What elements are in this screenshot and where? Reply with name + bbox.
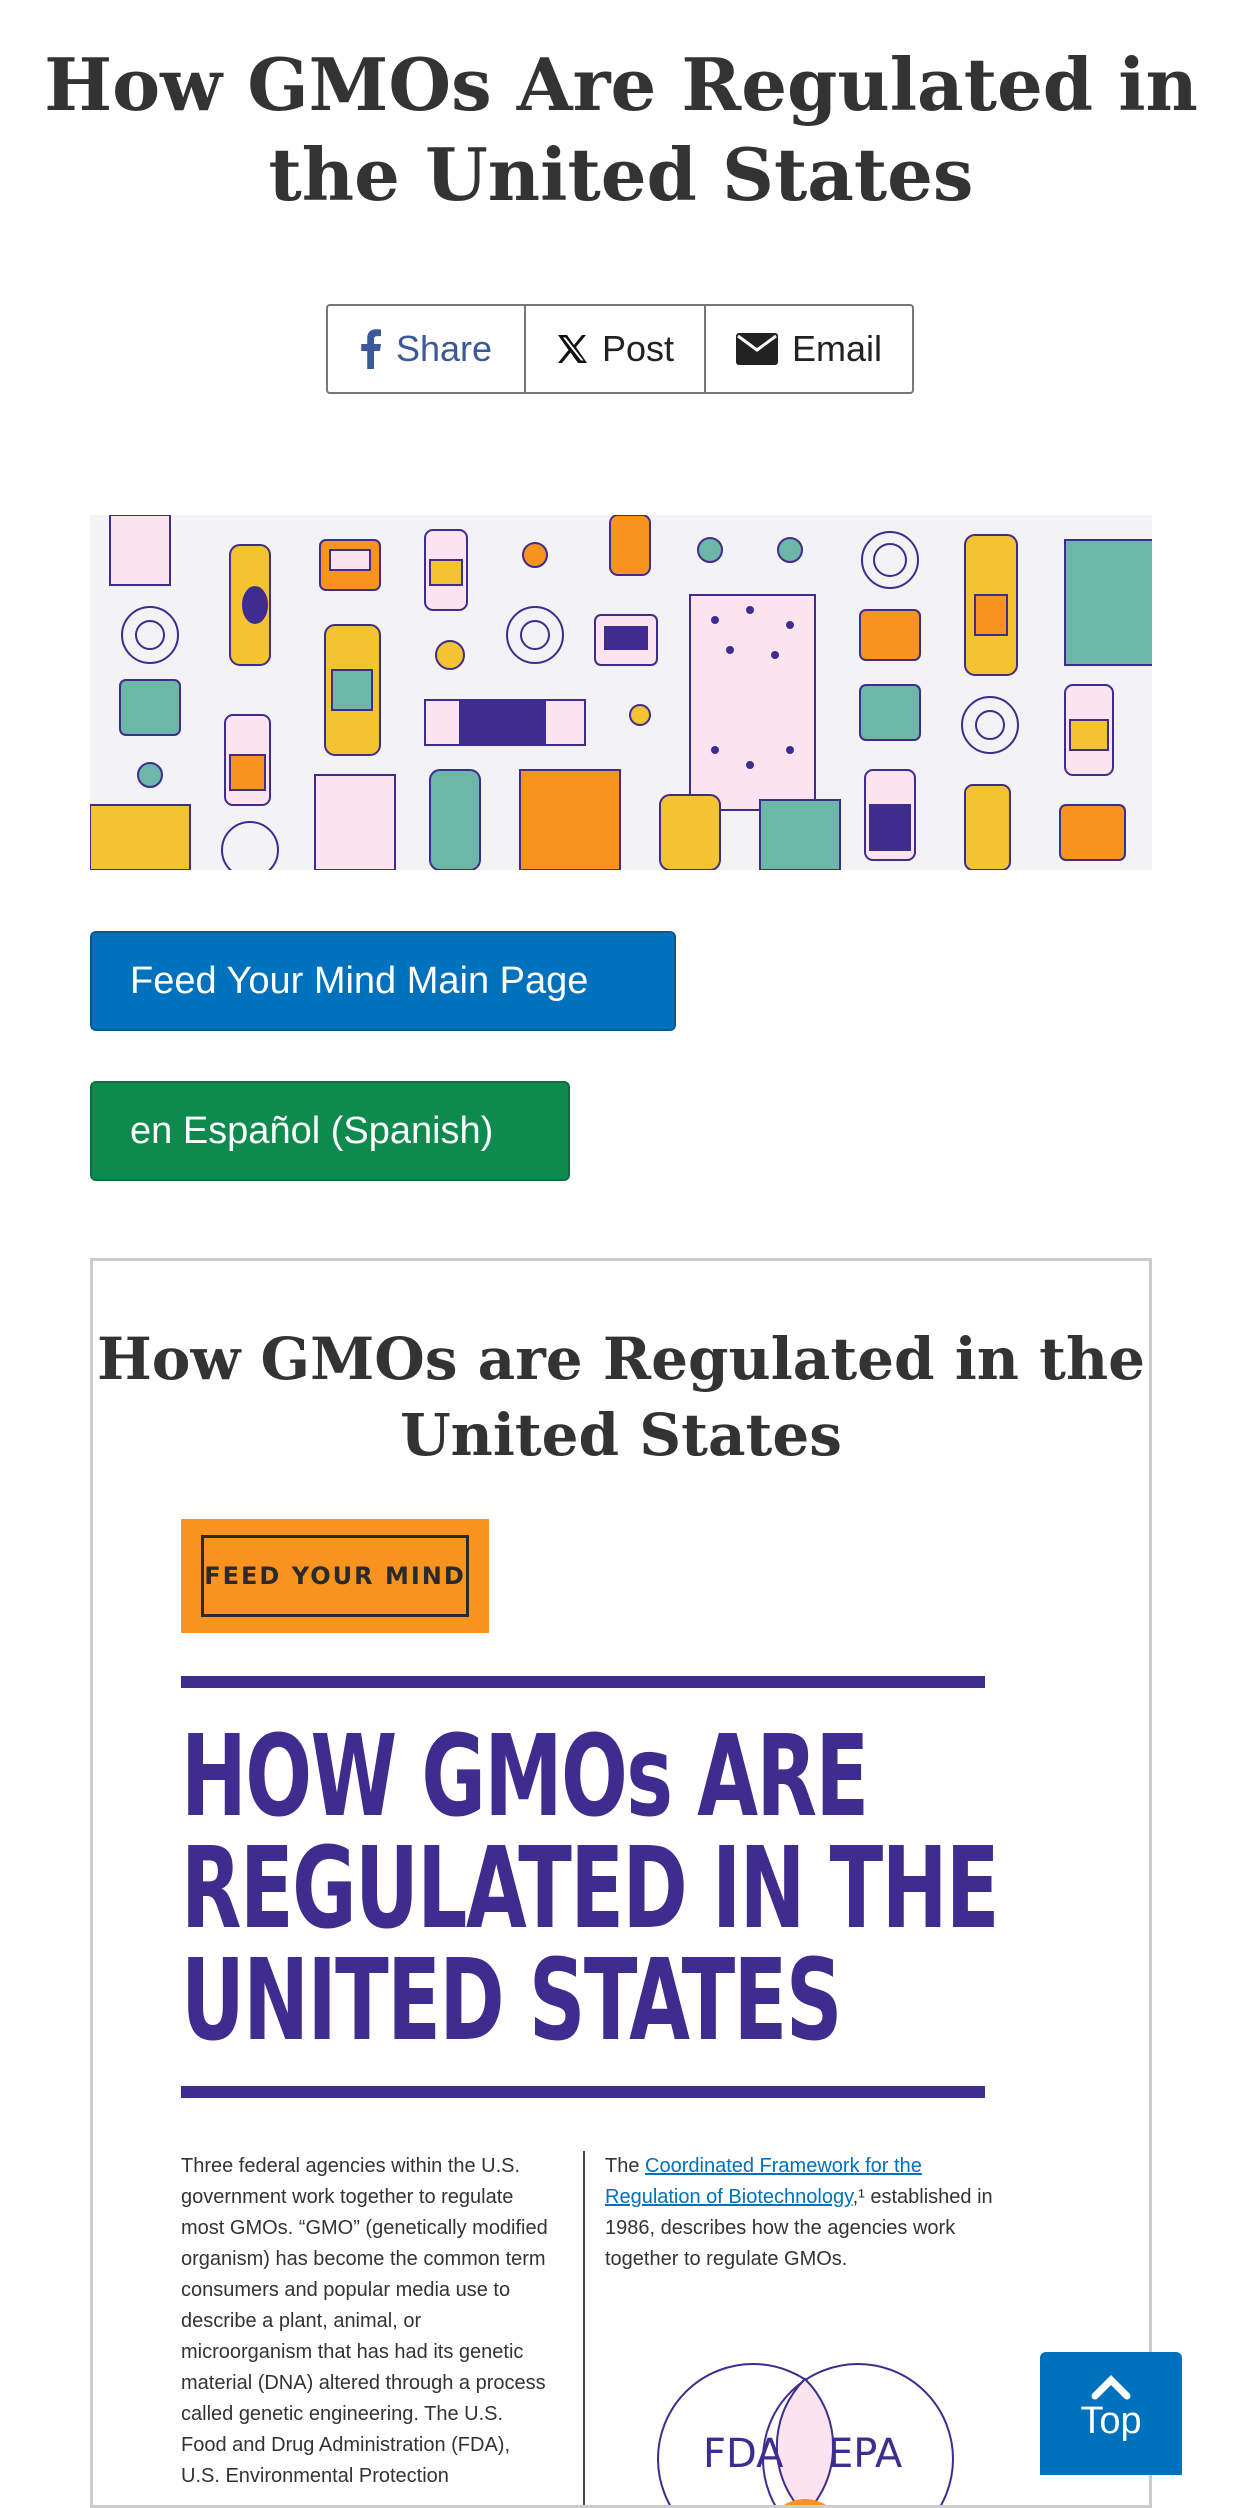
share-bar: Share Post Email <box>326 304 914 394</box>
envelope-icon <box>735 333 778 365</box>
document-intro-text: Three federal agencies within the U.S. g… <box>181 2155 548 2487</box>
feed-your-mind-badge-text: FEED YOUR MIND <box>201 1535 469 1617</box>
feed-your-mind-main-page-button[interactable]: Feed Your Mind Main Page <box>90 931 676 1031</box>
document-title: HOW GMOs ARE REGULATED IN THE UNITED STA… <box>181 1721 1000 2057</box>
chevron-up-icon <box>1091 2375 1131 2400</box>
venn-label-fda: FDA <box>703 2431 784 2477</box>
title-rule-top <box>181 1676 985 1688</box>
column-divider <box>583 2151 585 2505</box>
facebook-icon <box>361 329 381 369</box>
back-to-top-button[interactable]: Top <box>1040 2352 1182 2475</box>
document-heading: How GMOs are Regulated in the United Sta… <box>96 1325 1146 1469</box>
back-to-top-label: Top <box>1080 2400 1142 2442</box>
spanish-version-button[interactable]: en Español (Spanish) <box>90 1081 570 1181</box>
document-title-line3: UNITED STATES <box>181 1936 842 2066</box>
framework-text-prefix: The <box>605 2155 646 2177</box>
document-title-line2: REGULATED IN THE <box>181 1824 1000 1954</box>
title-rule-bottom <box>181 2086 985 2098</box>
page-title: How GMOs Are Regulated in the United Sta… <box>44 42 1198 217</box>
facebook-share-button[interactable]: Share <box>328 306 524 392</box>
feed-your-mind-badge: FEED YOUR MIND <box>181 1519 489 1633</box>
grocery-items-illustration <box>90 515 1152 870</box>
x-post-button[interactable]: Post <box>524 306 704 392</box>
email-share-label: Email <box>791 328 883 369</box>
document-title-line1: HOW GMOs ARE <box>181 1712 869 1842</box>
x-post-label: Post <box>601 328 675 369</box>
x-logo-icon <box>557 335 587 363</box>
document-framework-text: The Coordinated Framework for the Regula… <box>605 2151 1005 2275</box>
facebook-share-label: Share <box>395 328 493 369</box>
venn-label-epa: EPA <box>828 2431 903 2477</box>
email-share-button[interactable]: Email <box>704 306 912 392</box>
hero-banner-image <box>90 515 1152 870</box>
agency-venn-diagram: FDA EPA <box>657 2363 954 2505</box>
infographic-document: How GMOs are Regulated in the United Sta… <box>90 1258 1152 2508</box>
